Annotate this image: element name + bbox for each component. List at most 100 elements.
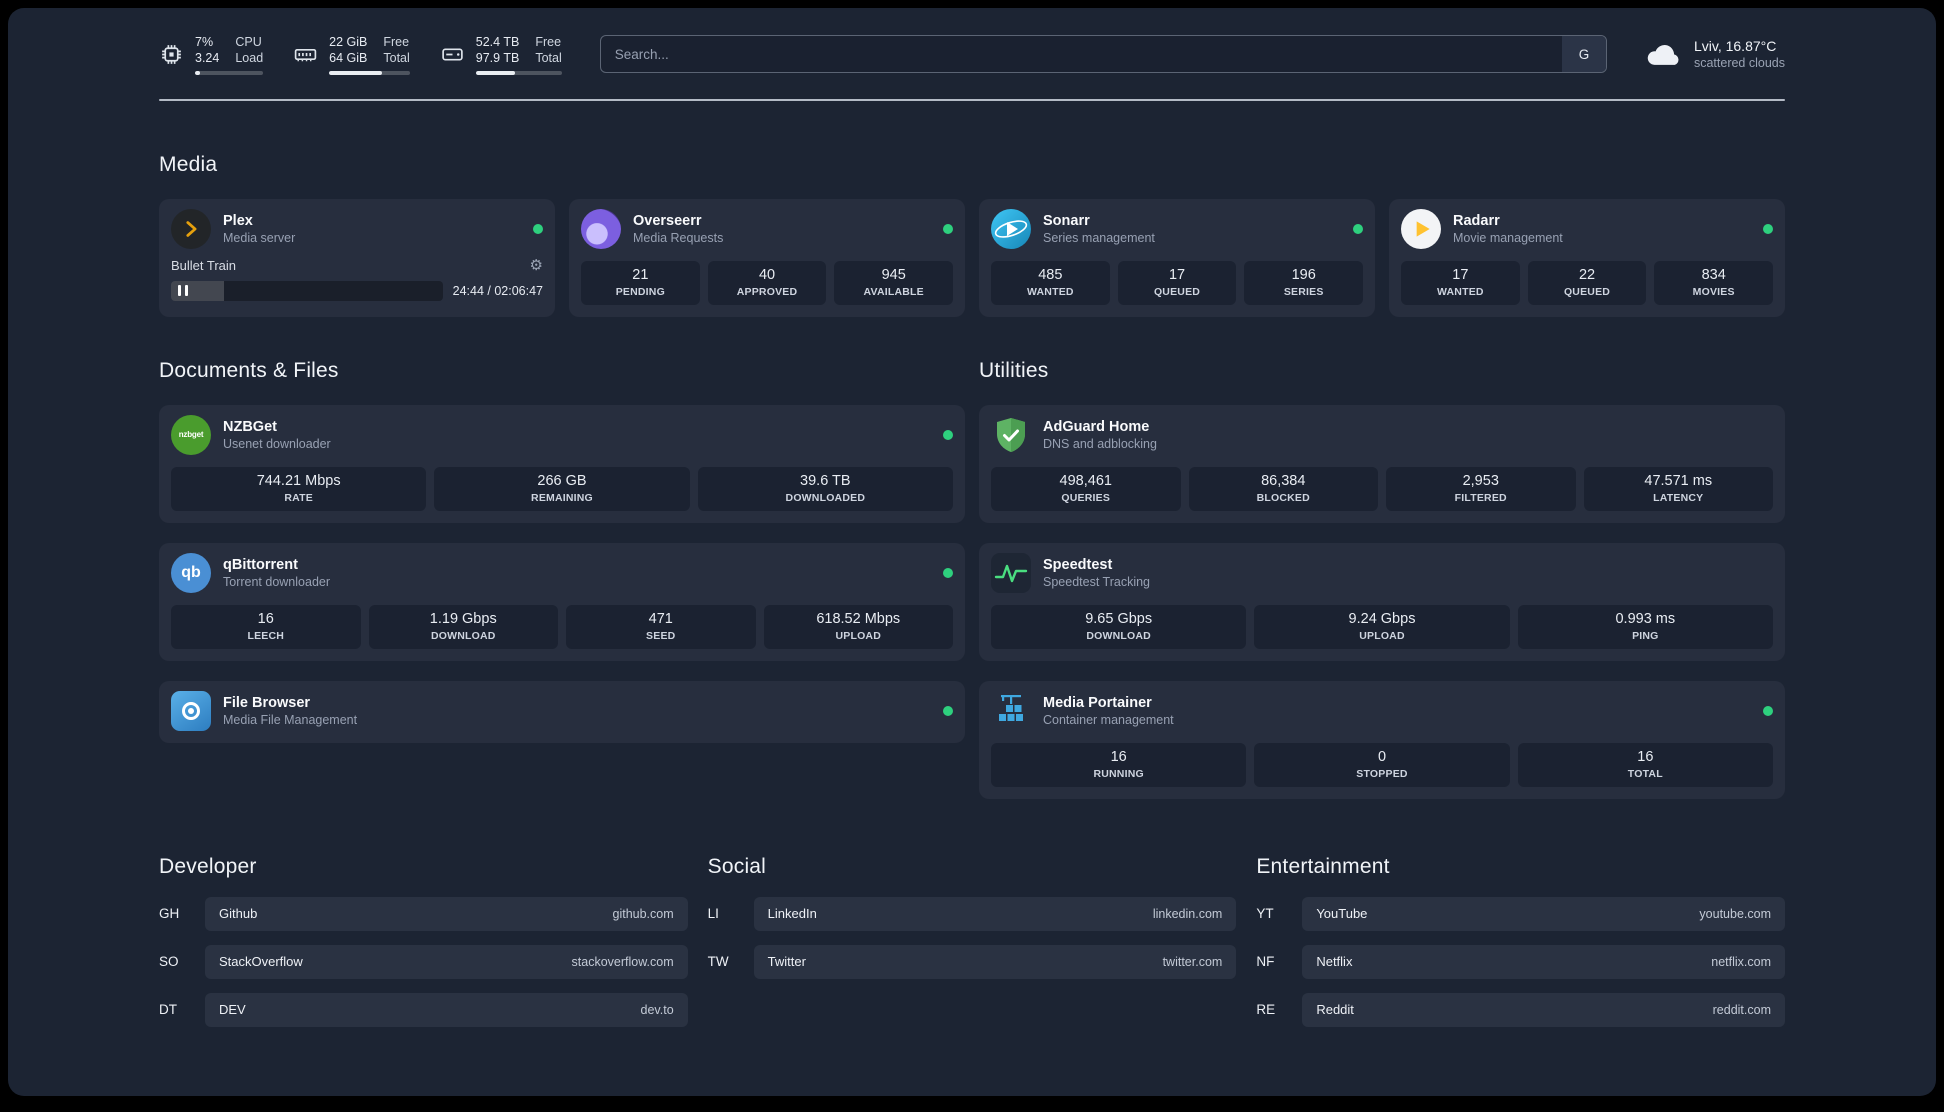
- bookmark-dev[interactable]: DT DEV dev.to: [159, 992, 688, 1027]
- stat-queued: 17 QUEUED: [1117, 260, 1237, 305]
- stat-leech: 16 LEECH: [171, 604, 361, 649]
- search-provider-button[interactable]: G: [1561, 36, 1606, 73]
- weather-location: Lviv, 16.87°C: [1693, 38, 1777, 55]
- service-name-radarr[interactable]: Radarr: [1453, 213, 1563, 229]
- bookmark-twitter[interactable]: TW Twitter twitter.com: [707, 944, 1237, 979]
- plex-icon: [171, 208, 211, 249]
- disk-free-value: 52.4 TB: [475, 35, 520, 49]
- search-input[interactable]: [599, 35, 1607, 74]
- stat-running: 16 RUNNING: [991, 742, 1247, 787]
- disk-total-value: 97.9 TB: [475, 51, 520, 66]
- stat-rate: 744.21 Mbps RATE: [171, 466, 427, 511]
- bookmark-pill: StackOverflow stackoverflow.com: [205, 944, 688, 979]
- service-card-qbittorrent: qb qBittorrent Torrent downloader 16 LEE…: [159, 542, 965, 661]
- service-description-filebrowser: Media File Management: [223, 712, 358, 727]
- bookmark-reddit[interactable]: RE Reddit reddit.com: [1256, 992, 1785, 1027]
- service-description-adguard: DNS and adblocking: [1043, 436, 1157, 451]
- playback-progress-bar[interactable]: [171, 280, 443, 301]
- topbar: 7% 3.24 CPU Load 22 GiB 64 GiB Free Tota…: [159, 34, 1785, 75]
- status-dot: [943, 705, 953, 716]
- divider: [159, 98, 1785, 101]
- service-name-nzbget[interactable]: NZBGet: [223, 419, 331, 435]
- section-title-documents: Documents & Files: [159, 358, 339, 382]
- bookmark-netflix[interactable]: NF Netflix netflix.com: [1256, 944, 1785, 979]
- bookmark-abbr: YT: [1256, 906, 1274, 921]
- section-title-media: Media: [159, 152, 218, 176]
- service-name-sonarr[interactable]: Sonarr: [1043, 213, 1155, 229]
- bookmark-abbr: DT: [159, 1002, 177, 1017]
- cpu-icon: [159, 42, 184, 67]
- now-playing-title: Bullet Train: [171, 257, 237, 273]
- disk-total-label: Total: [535, 51, 562, 66]
- stat-remaining: 266 GB REMAINING: [434, 466, 690, 511]
- stat-download: 9.65 Gbps DOWNLOAD: [991, 604, 1247, 649]
- service-card-plex: Plex Media server Bullet Train ⚙ 24:44 /…: [159, 198, 555, 317]
- bookmark-stackoverflow[interactable]: SO StackOverflow stackoverflow.com: [159, 944, 688, 979]
- stat-seed: 471 SEED: [566, 604, 756, 649]
- memory-progress-track: [329, 70, 410, 75]
- stat-upload: 9.24 Gbps UPLOAD: [1254, 604, 1510, 649]
- weather-widget: Lviv, 16.87°C scattered clouds: [1645, 38, 1785, 70]
- memory-widget: 22 GiB 64 GiB Free Total: [293, 34, 410, 75]
- stat-queued: 22 QUEUED: [1527, 260, 1647, 305]
- service-card-overseerr: Overseerr Media Requests 21 PENDING 40 A…: [569, 198, 965, 317]
- stat-upload: 618.52 Mbps UPLOAD: [763, 604, 953, 649]
- service-card-sonarr: Sonarr Series management 485 WANTED 17 Q…: [979, 198, 1375, 317]
- bookmark-abbr: LI: [707, 906, 719, 921]
- memory-free-label: Free: [383, 35, 410, 49]
- stat-total: 16 TOTAL: [1517, 742, 1773, 787]
- nzbget-icon: nzbget: [171, 414, 211, 455]
- service-name-portainer[interactable]: Media Portainer: [1043, 695, 1174, 711]
- service-card-portainer: Media Portainer Container management 16 …: [979, 680, 1785, 799]
- bookmark-abbr: TW: [707, 954, 729, 969]
- sonarr-icon: [991, 208, 1031, 249]
- bookmark-pill: Github github.com: [205, 896, 688, 931]
- service-name-filebrowser[interactable]: File Browser: [223, 695, 357, 711]
- bookmark-linkedin[interactable]: LI LinkedIn linkedin.com: [707, 896, 1237, 931]
- cpu-progress-track: [195, 70, 264, 75]
- disk-progress-fill: [475, 70, 516, 75]
- service-description-radarr: Movie management: [1453, 230, 1563, 245]
- memory-total-value: 64 GiB: [329, 51, 368, 66]
- section-documents: Documents & Files nzbget NZBGet Usenet d…: [159, 359, 965, 799]
- service-description-sonarr: Series management: [1043, 230, 1155, 245]
- bookmark-github[interactable]: GH Github github.com: [159, 896, 688, 931]
- portainer-icon: [991, 691, 1031, 731]
- section-title-utilities: Utilities: [979, 358, 1049, 382]
- stat-available: 945 AVAILABLE: [834, 260, 954, 305]
- qbittorrent-icon: qb: [171, 552, 211, 593]
- service-name-qbittorrent[interactable]: qBittorrent: [223, 557, 330, 573]
- speedtest-icon: [991, 552, 1031, 593]
- service-description-portainer: Container management: [1043, 712, 1174, 727]
- bookmark-pill: DEV dev.to: [205, 992, 688, 1027]
- stat-wanted: 485 WANTED: [991, 260, 1110, 305]
- overseerr-icon: [581, 208, 621, 249]
- service-description-speedtest: Speedtest Tracking: [1043, 574, 1151, 589]
- dashboard: 7% 3.24 CPU Load 22 GiB 64 GiB Free Tota…: [8, 8, 1936, 1096]
- status-dot: [943, 567, 953, 578]
- service-name-adguard[interactable]: AdGuard Home: [1043, 419, 1157, 435]
- service-description-overseerr: Media Requests: [633, 230, 724, 245]
- gear-icon[interactable]: ⚙: [530, 258, 543, 273]
- bookmark-group-social: Social LI LinkedIn linkedin.com TW Twitt…: [708, 855, 1237, 1027]
- bookmark-pill: YouTube youtube.com: [1302, 896, 1785, 931]
- service-name-plex[interactable]: Plex: [223, 213, 295, 229]
- cpu-usage-label: CPU: [235, 35, 262, 49]
- pause-icon: [178, 285, 188, 296]
- service-card-adguard: AdGuard Home DNS and adblocking 498,461 …: [979, 404, 1785, 523]
- status-dot: [533, 223, 543, 234]
- service-name-overseerr[interactable]: Overseerr: [633, 213, 723, 229]
- bookmark-youtube[interactable]: YT YouTube youtube.com: [1256, 896, 1785, 931]
- service-description-plex: Media server: [223, 230, 296, 245]
- status-dot: [1763, 223, 1773, 234]
- section-title-social: Social: [707, 854, 767, 878]
- service-card-speedtest: Speedtest Speedtest Tracking 9.65 Gbps D…: [979, 542, 1785, 661]
- bookmark-pill: Reddit reddit.com: [1302, 992, 1785, 1027]
- section-media: Media Plex Media server Bullet Train ⚙ 2…: [159, 153, 1785, 317]
- disk-widget: 52.4 TB 97.9 TB Free Total: [440, 34, 562, 75]
- service-name-speedtest[interactable]: Speedtest: [1043, 557, 1150, 573]
- bookmark-group-developer: Developer GH Github github.com SO StackO…: [159, 855, 688, 1027]
- bookmark-abbr: SO: [159, 954, 179, 969]
- media-grid: Plex Media server Bullet Train ⚙ 24:44 /…: [159, 198, 1785, 317]
- status-dot: [943, 429, 953, 440]
